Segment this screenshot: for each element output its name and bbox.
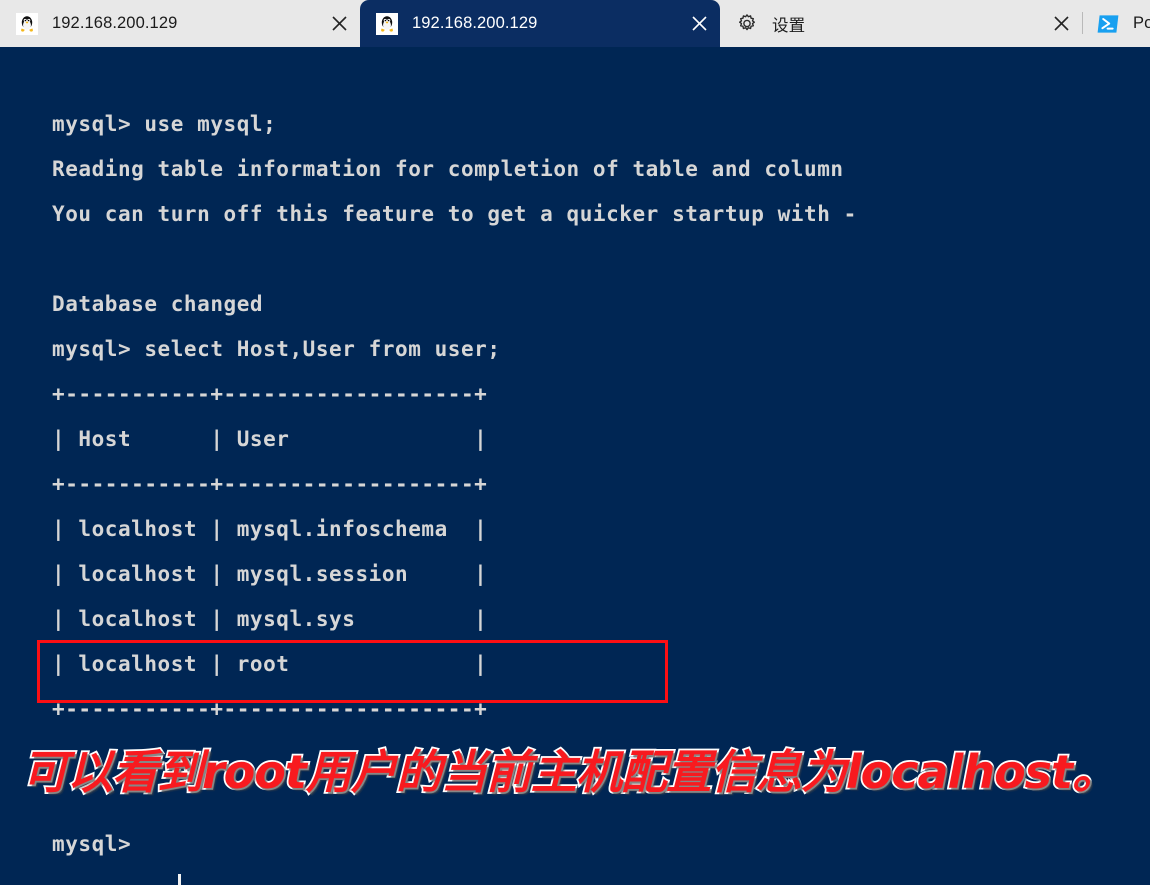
terminal-row-sys: | localhost | mysql.sys | (52, 607, 488, 631)
tab-linux-1[interactable]: 192.168.200.129 (0, 0, 360, 47)
tab-title: 192.168.200.129 (412, 14, 538, 32)
tab-linux-2-active[interactable]: 192.168.200.129 (360, 0, 720, 47)
linux-penguin-icon (376, 12, 398, 35)
tab-title: 192.168.200.129 (52, 14, 178, 32)
terminal-line: Database changed (52, 292, 264, 316)
terminal-row-infoschema: | localhost | mysql.infoschema | (52, 517, 488, 541)
annotation-caption: 可以看到root用户的当前主机配置信息为localhost。 (20, 743, 1120, 801)
terminal-prompt-line: mysql> (52, 832, 145, 856)
terminal-row-session: | localhost | mysql.session | (52, 562, 488, 586)
terminal-window: 192.168.200.129 192.168.200.129 设置 Po my… (0, 0, 1150, 885)
tab-bar: 192.168.200.129 192.168.200.129 设置 Po (0, 0, 1150, 47)
terminal-line: mysql> use mysql; (52, 112, 277, 136)
terminal-line: +-----------+-------------------+ (52, 472, 488, 496)
text-cursor (178, 874, 181, 885)
tab-settings[interactable]: 设置 (720, 0, 1082, 47)
tab-title: 设置 (772, 16, 806, 35)
highlight-box-root-row (37, 640, 668, 703)
terminal-line: You can turn off this feature to get a q… (52, 202, 857, 226)
tab-close-button[interactable] (678, 0, 720, 47)
tab-close-button[interactable] (318, 0, 360, 47)
powershell-icon (1097, 13, 1119, 35)
gear-icon (736, 13, 758, 35)
terminal-line: Reading table information for completion… (52, 157, 844, 181)
terminal-line: +-----------+-------------------+ (52, 382, 488, 406)
terminal-line: mysql> select Host,User from user; (52, 337, 501, 361)
tab-powershell[interactable]: Po (1083, 0, 1150, 47)
linux-penguin-icon (16, 12, 38, 35)
tab-title: Po (1133, 14, 1150, 32)
tab-close-button[interactable] (1040, 0, 1082, 47)
terminal-line: | Host | User | (52, 427, 488, 451)
